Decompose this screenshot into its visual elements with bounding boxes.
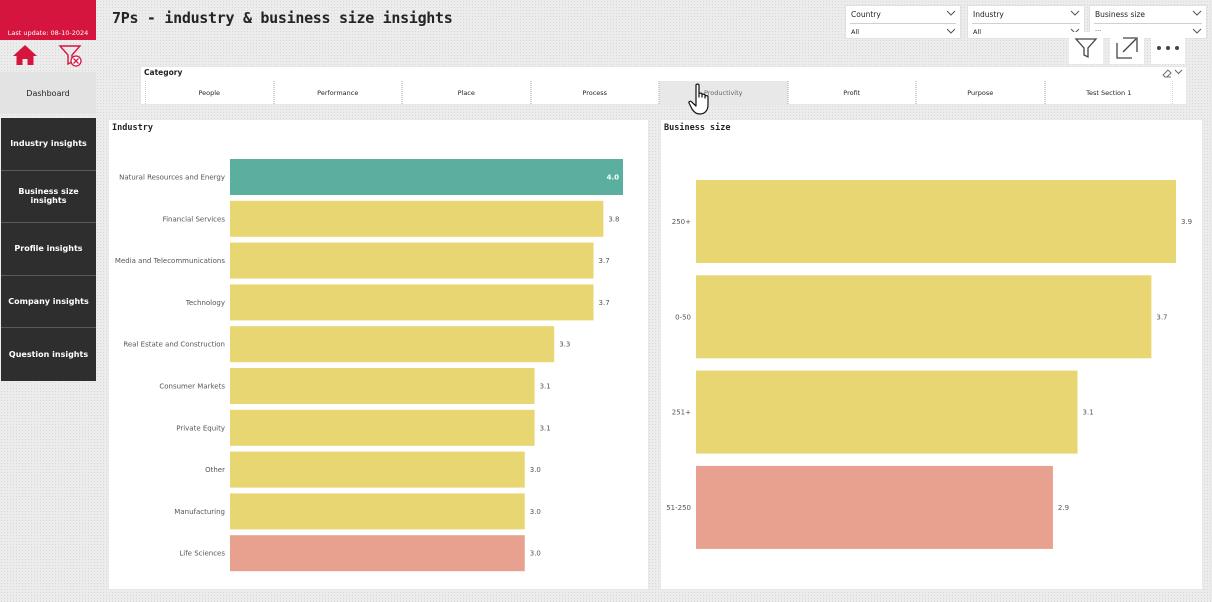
slicer-divider <box>1094 23 1202 24</box>
data-label: 4.0 <box>607 174 620 182</box>
side-menu: Industry insights Business size insights… <box>1 118 96 381</box>
category-slicer: Category People Performance Place Process Pr… <box>140 66 1187 105</box>
category-label: Technology <box>185 299 225 307</box>
bar[interactable] <box>230 242 594 279</box>
home-icon[interactable] <box>12 44 38 66</box>
category-label: Other <box>205 466 225 474</box>
nav-company-insights[interactable]: Company insights <box>1 276 96 329</box>
bar[interactable] <box>696 180 1176 263</box>
bar[interactable] <box>230 451 525 488</box>
category-tile-purpose[interactable]: Purpose <box>916 81 1045 104</box>
category-tile-test-section-1[interactable]: Test Section 1 <box>1044 81 1173 104</box>
bar[interactable] <box>696 465 1053 549</box>
eraser-icon[interactable] <box>1162 69 1172 78</box>
industry-slicer[interactable]: Industry All <box>967 5 1085 39</box>
bar[interactable] <box>230 409 535 446</box>
category-label: Category <box>144 68 183 77</box>
nav-profile-insights[interactable]: Profile insights <box>1 223 96 276</box>
chevron-down-icon[interactable] <box>1174 68 1183 75</box>
data-label: 3.7 <box>599 299 610 307</box>
last-update-text: Last update: 08-10-2024 <box>7 29 89 37</box>
data-label: 2.9 <box>1058 504 1069 512</box>
chevron-down-icon <box>946 10 956 16</box>
bar[interactable] <box>696 275 1152 359</box>
bar[interactable] <box>230 326 555 363</box>
dashboard-button[interactable]: Dashboard <box>0 72 96 114</box>
filter-icon[interactable] <box>1069 32 1103 64</box>
category-tile-place[interactable]: Place <box>402 81 531 104</box>
category-label: Consumer Markets <box>159 383 225 391</box>
business-size-slicer[interactable]: Business size ... <box>1089 5 1207 39</box>
nav-industry-insights[interactable]: Industry insights <box>1 118 96 171</box>
bar[interactable] <box>230 493 525 530</box>
bar[interactable] <box>230 284 594 321</box>
clear-filter-icon[interactable] <box>58 44 84 68</box>
business-size-bar-chart: 250+ 3.9 0-50 3.7 251+ 3.1 51-250 2.9 <box>666 180 1192 549</box>
category-tile-people[interactable]: People <box>145 81 274 104</box>
industry-slicer-value: All <box>973 28 982 36</box>
data-label: 3.7 <box>1156 313 1167 321</box>
slicer-divider <box>972 23 1080 24</box>
bar[interactable] <box>696 370 1078 454</box>
category-label: 251+ <box>672 409 691 417</box>
business-size-chart-panel: Business size 250+ 3.9 0-50 3.7 251+ 3.1 51-25… <box>660 119 1203 590</box>
nav-business-size-insights[interactable]: Business size insights <box>1 171 96 224</box>
data-label: 3.3 <box>559 341 570 349</box>
chevron-down-icon <box>1070 10 1080 16</box>
focus-mode-icon[interactable] <box>1110 32 1144 64</box>
business-size-slicer-label: Business size <box>1095 10 1145 19</box>
data-label: 3.1 <box>1083 409 1094 417</box>
category-tile-performance[interactable]: Performance <box>273 81 402 104</box>
nav-question-insights[interactable]: Question insights <box>1 328 96 381</box>
category-label: Real Estate and Construction <box>123 341 225 349</box>
category-label: 51-250 <box>666 504 691 512</box>
data-label: 3.1 <box>540 383 551 391</box>
category-label: Media and Telecommunications <box>115 257 225 265</box>
category-label: Private Equity <box>176 424 225 432</box>
category-tiles: People Performance Place Process Productivit… <box>145 81 1181 104</box>
category-label: Natural Resources and Energy <box>119 174 225 182</box>
data-label: 3.8 <box>608 215 619 223</box>
bar[interactable] <box>230 535 525 572</box>
more-options-icon[interactable] <box>1151 32 1185 64</box>
category-label: 0-50 <box>675 313 691 321</box>
data-label: 3.0 <box>530 466 541 474</box>
industry-slicer-label: Industry <box>973 10 1004 19</box>
category-label: 250+ <box>672 218 691 226</box>
data-label: 3.1 <box>540 424 551 432</box>
country-slicer-label: Country <box>851 10 881 19</box>
category-tile-process[interactable]: Process <box>530 81 659 104</box>
bar[interactable] <box>230 368 535 404</box>
category-label: Financial Services <box>163 215 226 223</box>
category-tile-profit[interactable]: Profit <box>787 81 916 104</box>
data-label: 3.0 <box>530 508 541 516</box>
chevron-down-icon <box>946 28 956 34</box>
data-label: 3.0 <box>530 550 541 558</box>
data-label: 3.7 <box>599 257 610 265</box>
slicer-divider <box>850 23 956 24</box>
country-slicer[interactable]: Country All <box>845 5 961 39</box>
category-label: Life Sciences <box>179 550 225 558</box>
chevron-down-icon <box>1192 28 1202 34</box>
category-label: Manufacturing <box>174 508 225 516</box>
bar[interactable] <box>230 159 623 195</box>
bar[interactable] <box>230 200 604 237</box>
chevron-down-icon <box>1192 10 1202 16</box>
brand-banner: Last update: 08-10-2024 <box>0 0 96 40</box>
country-slicer-value: All <box>851 28 860 36</box>
industry-chart-panel: Industry Natural Resources and Energy 4.0… <box>108 119 649 590</box>
hand-cursor-icon <box>688 83 709 115</box>
category-tile-productivity[interactable]: Productivity <box>659 81 788 104</box>
data-label: 3.9 <box>1181 218 1192 226</box>
industry-bar-chart: Natural Resources and Energy 4.0 Financial… <box>115 159 623 572</box>
page-title: 7Ps - industry & business size insights <box>112 9 453 27</box>
